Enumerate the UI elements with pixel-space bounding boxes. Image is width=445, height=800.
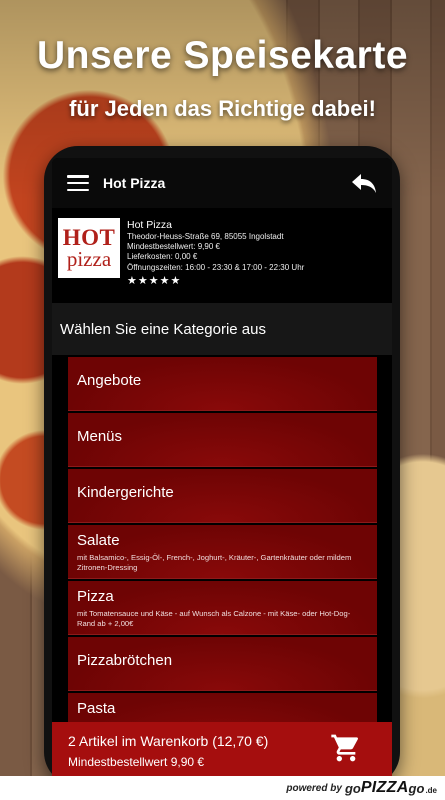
category-item-5[interactable]: Pizzabrötchen: [68, 637, 377, 691]
back-arrow-icon[interactable]: [350, 171, 378, 195]
star-icon: ★: [127, 273, 137, 287]
category-list: Angebote Menüs Kindergerichte Salate mit Bal…: [68, 357, 377, 749]
star-icon: ★: [159, 273, 170, 287]
logo-text-hot: HOT: [62, 225, 116, 250]
app-screen: Hot Pizza HOT pizza Hot Pizza Theodor-He…: [52, 158, 392, 776]
cart-bar[interactable]: 2 Artikel im Warenkorb (12,70 €) Mindest…: [52, 722, 392, 776]
category-item-1[interactable]: Menüs: [68, 413, 377, 467]
restaurant-address: Theodor-Heuss-Straße 69, 85055 Ingolstad…: [127, 232, 284, 241]
category-item-3[interactable]: Salate mit Balsamico-, Essig-Öl-, French-…: [68, 525, 377, 579]
hamburger-menu-icon[interactable]: [67, 175, 89, 191]
powered-by-bar: powered by go PIZZA go .de: [0, 776, 445, 800]
powered-by-label: powered by: [286, 782, 342, 794]
category-title: Pizza: [77, 588, 114, 605]
star-icon: ★: [148, 273, 159, 287]
category-title: Pizzabrötchen: [77, 652, 173, 669]
category-header: Wählen Sie eine Kategorie aus: [52, 303, 392, 355]
category-description: mit Balsamico-, Essig-Öl-, French-, Jogh…: [77, 553, 352, 572]
restaurant-details: Hot Pizza Theodor-Heuss-Straße 69, 85055…: [127, 218, 304, 286]
promo-subheadline: für Jeden das Richtige dabei!: [69, 96, 376, 121]
star-icon: ★: [170, 273, 181, 287]
restaurant-name: Hot Pizza: [127, 219, 172, 231]
category-title: Menüs: [77, 428, 123, 445]
category-title: Angebote: [77, 372, 142, 389]
shopping-cart-icon[interactable]: [330, 732, 362, 764]
restaurant-delivery-cost: Lieferkosten: 0,00 €: [127, 252, 198, 262]
category-item-4[interactable]: Pizza mit Tomatensauce und Käse - auf Wun…: [68, 581, 377, 635]
promo-headline: Unsere Speisekarte: [36, 34, 409, 77]
category-title: Kindergerichte: [77, 484, 174, 501]
logo-text-pizza: pizza: [66, 247, 112, 271]
rating-stars: ★ ★ ★ ★ ★: [127, 275, 304, 286]
star-icon: ★: [137, 273, 148, 287]
brand-go: go: [344, 780, 361, 796]
category-title: Salate: [77, 532, 120, 549]
restaurant-info: HOT pizza Hot Pizza Theodor-Heuss-Straße…: [52, 208, 392, 303]
category-description: mit Tomatensauce und Käse - auf Wunsch a…: [77, 609, 351, 628]
cart-min-order: Mindestbestellwert 9,90 €: [68, 755, 205, 769]
restaurant-opening-hours: Öffnungszeiten: 16:00 - 23:30 & 17:00 - …: [127, 262, 305, 272]
restaurant-logo: HOT pizza: [58, 218, 120, 278]
app-title: Hot Pizza: [103, 175, 166, 191]
app-bar: Hot Pizza: [52, 158, 392, 208]
brand-go-suffix: go: [408, 780, 425, 796]
cart-summary: 2 Artikel im Warenkorb (12,70 €): [68, 733, 269, 749]
category-item-2[interactable]: Kindergerichte: [68, 469, 377, 523]
category-item-0[interactable]: Angebote: [68, 357, 377, 411]
category-title: Pasta: [77, 700, 116, 717]
brand-pizza: PIZZA: [360, 779, 409, 796]
brand-tld: .de: [425, 786, 437, 795]
restaurant-min-order: Mindestbestellwert: 9,90 €: [127, 242, 220, 252]
